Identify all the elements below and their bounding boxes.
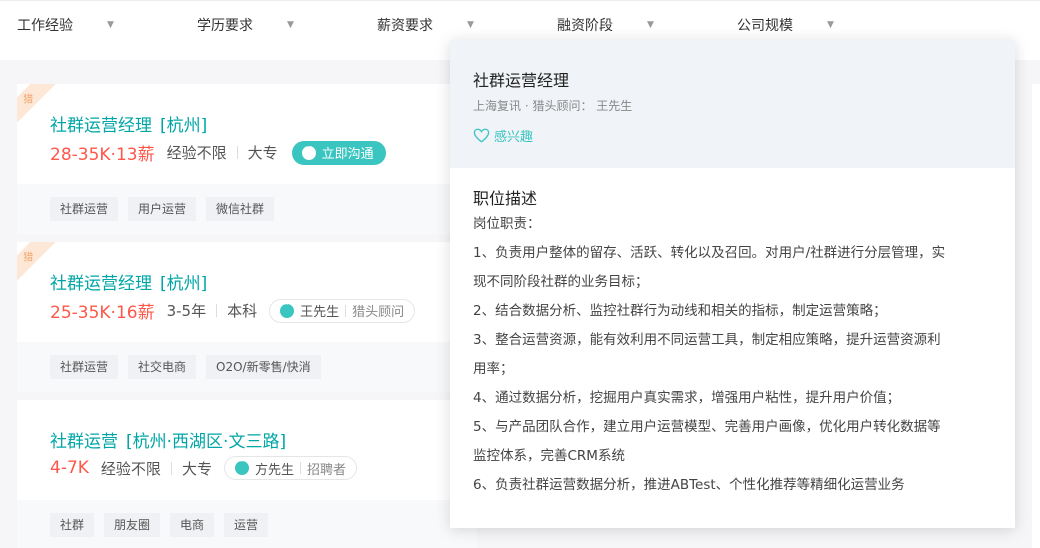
job-title-text: 社群运营 [50, 432, 118, 452]
heart-icon [473, 128, 490, 143]
filter-experience[interactable]: 工作经验 ▼ [17, 15, 114, 35]
interest-button[interactable]: 感兴趣 [473, 126, 533, 145]
description-line: 4、通过数据分析，挖掘用户真实需求，增强用户粘性，提升用户价值； [473, 390, 901, 406]
filter-label: 学历要求 [197, 18, 253, 34]
description-line: 现不同阶段社群的业务目标； [473, 274, 649, 290]
job-title-text: 社群运营经理 [50, 116, 152, 136]
recruiter-chip[interactable]: 方先生 招聘者 [223, 456, 357, 480]
caret-down-icon: ▼ [827, 20, 834, 30]
recruiter-name: 王先生 [300, 305, 340, 320]
divider [216, 304, 218, 317]
description-line: 岗位职责： [473, 216, 541, 232]
job-education: 大专 [181, 459, 212, 478]
recruiter-name: 方先生 [254, 462, 294, 478]
job-tag: 朋友圈 [104, 513, 161, 537]
recruiter-chip[interactable]: 王先生 猎头顾问 [269, 298, 416, 323]
job-tag: O2O/新零售/快消 [206, 355, 321, 379]
job-title[interactable]: 社群运营经理 [杭州] [50, 269, 207, 294]
divider [170, 461, 172, 475]
filter-label: 融资阶段 [557, 18, 613, 34]
job-title-text: 社群运营经理 [50, 274, 152, 294]
description-line: 2、结合数据分析、监控社群行为动线和相关的指标，制定运营策略； [473, 303, 887, 319]
job-tag: 社群运营 [50, 197, 119, 221]
filter-label: 工作经验 [17, 18, 73, 34]
job-card[interactable]: 猎 社群运营经理[杭州] 25-35K·16薪 3-5年 本科 王先生 猎头顾问… [17, 242, 477, 392]
job-tag: 社交电商 [128, 355, 197, 379]
divider [345, 304, 347, 317]
filter-funding[interactable]: 融资阶段 ▼ [557, 15, 654, 35]
description-line: 用率； [473, 361, 514, 377]
filter-label: 薪资要求 [377, 18, 433, 34]
description-body: 岗位职责： 1、负责用户整体的留存、活跃、转化以及召回。对用户/社群进行分层管理… [473, 210, 993, 500]
job-card[interactable]: 猎 社群运营经理[杭州] 28-35K·13薪 经验不限 大专 立即沟通 社群运… [17, 84, 477, 234]
interest-label: 感兴趣 [494, 130, 534, 145]
job-title[interactable]: 社群运营 [杭州·西湖区·文三路] [50, 427, 286, 452]
job-card[interactable]: 社群运营[杭州·西湖区·文三路] 4-7K 经验不限 大专 方先生 招聘者 社群… [17, 400, 477, 548]
job-experience: 经验不限 [100, 459, 161, 478]
popup-header: 社群运营经理 上海复讯 · 猎头顾问： 王先生 感兴趣 [450, 40, 1015, 168]
job-tag: 社群运营 [50, 355, 119, 379]
description-line: 监控体系，完善CRM系统 [473, 448, 625, 464]
recruiter-role: 招聘者 [306, 462, 346, 478]
job-tags: 社群运营 用户运营 微信社群 [17, 184, 477, 234]
description-line: 3、整合运营资源，能有效利用不同运营工具，制定相应策略，提升运营资源利 [473, 332, 941, 348]
filter-education[interactable]: 学历要求 ▼ [197, 15, 294, 35]
job-detail-popup: 社群运营经理 上海复讯 · 猎头顾问： 王先生 感兴趣 职位描述 岗位职责： 1… [450, 40, 1015, 528]
job-tag: 运营 [224, 513, 269, 537]
job-tags: 社群运营 社交电商 O2O/新零售/快消 [17, 342, 477, 392]
job-salary: 4-7K [50, 458, 89, 478]
chat-bubble-icon [280, 300, 295, 318]
job-meta: 25-35K·16薪 3-5年 本科 王先生 猎头顾问 [50, 298, 416, 323]
caret-down-icon: ▼ [287, 20, 294, 30]
job-city: [杭州] [160, 274, 208, 294]
description-line: 1、负责用户整体的留存、活跃、转化以及召回。对用户/社群进行分层管理，实 [473, 245, 946, 261]
caret-down-icon: ▼ [647, 20, 654, 30]
job-experience: 经验不限 [166, 144, 227, 162]
chat-now-label: 立即沟通 [321, 147, 374, 162]
job-experience: 3-5年 [166, 302, 207, 320]
job-education: 本科 [227, 302, 258, 320]
divider [236, 146, 238, 159]
job-salary: 28-35K·13薪 [50, 145, 155, 165]
job-title[interactable]: 社群运营经理 [杭州] [50, 111, 207, 136]
job-tag: 微信社群 [206, 197, 275, 221]
chat-now-button[interactable]: 立即沟通 [291, 140, 386, 165]
caret-down-icon: ▼ [467, 20, 474, 30]
description-heading: 职位描述 [473, 189, 538, 208]
popup-job-title: 社群运营经理 [473, 71, 570, 90]
job-meta: 4-7K 经验不限 大专 方先生 招聘者 [50, 456, 357, 480]
job-tag: 用户运营 [128, 197, 197, 221]
caret-down-icon: ▼ [107, 20, 114, 30]
job-city: [杭州·西湖区·文三路] [126, 432, 287, 452]
job-tag: 社群 [50, 513, 95, 537]
recruiter-role: 猎头顾问 [352, 305, 405, 320]
job-tags: 社群 朋友圈 电商 运营 [17, 500, 477, 548]
description-line: 6、负责社群运营数据分析，推进ABTest、个性化推荐等精细化运营业务 [473, 477, 905, 493]
divider [299, 462, 301, 474]
job-salary: 25-35K·16薪 [50, 303, 155, 323]
job-tag: 电商 [170, 513, 215, 537]
job-meta: 28-35K·13薪 经验不限 大专 立即沟通 [50, 140, 386, 165]
filter-salary[interactable]: 薪资要求 ▼ [377, 15, 474, 35]
chat-bubble-icon [234, 457, 249, 475]
filter-company-size[interactable]: 公司规模 ▼ [737, 15, 834, 35]
job-education: 大专 [247, 144, 278, 162]
description-line: 5、与产品团队合作，建立用户运营模型、完善用户画像，优化用户转化数据等 [473, 419, 941, 435]
right-panel-edge [1032, 84, 1040, 548]
popup-company-line: 上海复讯 · 猎头顾问： 王先生 [473, 99, 633, 113]
job-city: [杭州] [160, 116, 208, 136]
chat-bubble-icon [301, 142, 316, 160]
filter-label: 公司规模 [737, 18, 793, 34]
